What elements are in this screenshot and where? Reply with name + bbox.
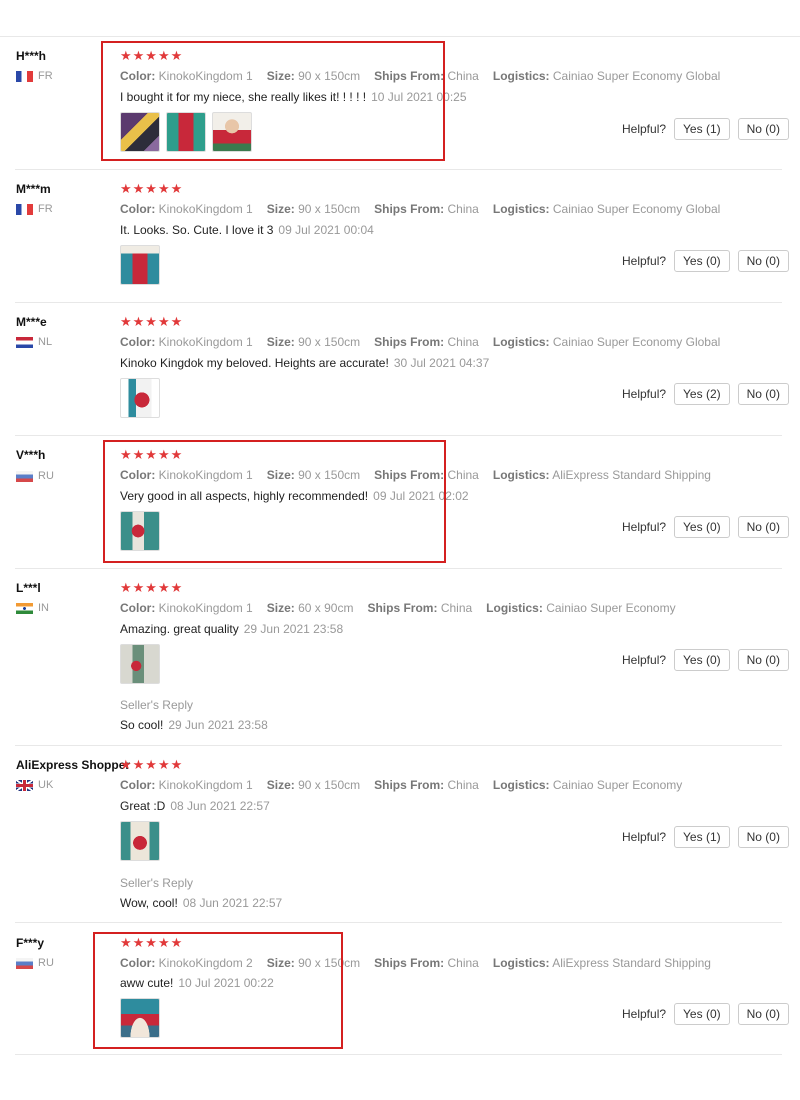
reviewer-country: NL (16, 336, 52, 348)
no-vote-button[interactable]: No (0) (737, 118, 789, 140)
helpful-label: Helpful? (622, 387, 667, 401)
helpful-label: Helpful? (622, 830, 667, 844)
reviewer-country: IN (16, 602, 49, 614)
review-photo-thumbnail[interactable] (120, 644, 160, 684)
highlight-box (101, 41, 445, 161)
review-date: 09 Jul 2021 00:04 (278, 223, 374, 237)
yes-vote-button[interactable]: Yes (0) (674, 649, 730, 671)
flag-fr-icon (16, 70, 33, 82)
product-attributes: Color: KinokoKingdom 1 Size: 60 x 90cm Shi… (120, 601, 676, 615)
rating-stars: ★★★★★ (120, 314, 184, 329)
review-divider (15, 922, 782, 923)
review-divider (15, 302, 782, 303)
reviewer-country: FR (16, 70, 53, 82)
helpful-label: Helpful? (622, 653, 667, 667)
seller-reply-text: So cool! 29 Jun 2021 23:58 (120, 718, 268, 732)
helpful-votes: Helpful? Yes (0) No (0) (622, 649, 789, 671)
flag-uk-icon (16, 779, 33, 791)
highlight-box (103, 440, 446, 563)
no-vote-button[interactable]: No (0) (737, 649, 789, 671)
seller-reply-label: Seller's Reply (120, 698, 193, 712)
product-attributes: Color: KinokoKingdom 1 Size: 90 x 150cm Sh… (120, 202, 721, 216)
no-vote-button[interactable]: No (0) (737, 826, 789, 848)
rating-stars: ★★★★★ (120, 580, 184, 595)
review-date: 29 Jun 2021 23:58 (243, 622, 344, 636)
flag-in-icon (16, 602, 33, 614)
review-photos (120, 821, 160, 861)
review-divider (15, 435, 782, 436)
helpful-label: Helpful? (622, 1007, 667, 1021)
helpful-votes: Helpful? Yes (1) No (0) (622, 118, 789, 140)
no-vote-button[interactable]: No (0) (737, 516, 789, 538)
review-divider (15, 745, 782, 746)
reviewer-name: M***m (16, 182, 51, 196)
yes-vote-button[interactable]: Yes (0) (674, 250, 730, 272)
review-text: Amazing. great quality 29 Jun 2021 23:58 (120, 622, 344, 636)
review-photos (120, 245, 160, 285)
review-photos (120, 378, 160, 418)
no-vote-button[interactable]: No (0) (737, 1003, 789, 1025)
reviewer-country: FR (16, 203, 53, 215)
product-attributes: Color: KinokoKingdom 1 Size: 90 x 150cm Sh… (120, 778, 683, 792)
review-photo-thumbnail[interactable] (120, 821, 160, 861)
review-date: 30 Jul 2021 04:37 (393, 356, 490, 370)
seller-reply-label: Seller's Reply (120, 876, 193, 890)
yes-vote-button[interactable]: Yes (0) (674, 1003, 730, 1025)
reviewer-name: F***y (16, 936, 45, 950)
reviewer-country: RU (16, 957, 54, 969)
product-attributes: Color: KinokoKingdom 1 Size: 90 x 150cm Sh… (120, 335, 721, 349)
top-divider (0, 36, 800, 37)
review-photo-thumbnail[interactable] (120, 378, 160, 418)
review-divider (15, 568, 782, 569)
helpful-label: Helpful? (622, 520, 667, 534)
review-text: It. Looks. So. Cute. I love it 3 09 Jul 2… (120, 223, 374, 237)
yes-vote-button[interactable]: Yes (1) (674, 826, 730, 848)
reviewer-name: M***e (16, 315, 47, 329)
rating-stars: ★★★★★ (120, 757, 184, 772)
no-vote-button[interactable]: No (0) (737, 383, 789, 405)
review-date: 08 Jun 2021 22:57 (170, 799, 270, 813)
seller-reply-date: 08 Jun 2021 22:57 (182, 896, 283, 910)
review-text: Kinoko Kingdok my beloved. Heights are a… (120, 356, 490, 370)
review-photo-thumbnail[interactable] (120, 245, 160, 285)
seller-reply-text: Wow, cool! 08 Jun 2021 22:57 (120, 896, 283, 910)
helpful-votes: Helpful? Yes (0) No (0) (622, 516, 789, 538)
reviewer-name: L***l (16, 581, 41, 595)
flag-ru-icon (16, 470, 33, 482)
flag-nl-icon (16, 336, 33, 348)
reviewer-name: H***h (16, 49, 47, 63)
helpful-votes: Helpful? Yes (2) No (0) (622, 383, 789, 405)
helpful-label: Helpful? (622, 254, 667, 268)
yes-vote-button[interactable]: Yes (0) (674, 516, 730, 538)
reviewer-name: V***h (16, 448, 46, 462)
helpful-votes: Helpful? Yes (0) No (0) (622, 250, 789, 272)
review-text: Great :D 08 Jun 2021 22:57 (120, 799, 270, 813)
review-divider (15, 169, 782, 170)
review-photos (120, 644, 160, 684)
flag-ru-icon (16, 957, 33, 969)
flag-fr-icon (16, 203, 33, 215)
reviewer-country: RU (16, 470, 54, 482)
yes-vote-button[interactable]: Yes (1) (674, 118, 730, 140)
reviewer-name: AliExpress Shopper (16, 758, 131, 772)
no-vote-button[interactable]: No (0) (737, 250, 789, 272)
seller-reply-date: 29 Jun 2021 23:58 (168, 718, 268, 732)
helpful-votes: Helpful? Yes (1) No (0) (622, 826, 789, 848)
reviewer-country: UK (16, 779, 53, 791)
helpful-votes: Helpful? Yes (0) No (0) (622, 1003, 789, 1025)
highlight-box (93, 932, 343, 1049)
review-divider (15, 1054, 782, 1055)
rating-stars: ★★★★★ (120, 181, 184, 196)
helpful-label: Helpful? (622, 122, 667, 136)
yes-vote-button[interactable]: Yes (2) (674, 383, 730, 405)
